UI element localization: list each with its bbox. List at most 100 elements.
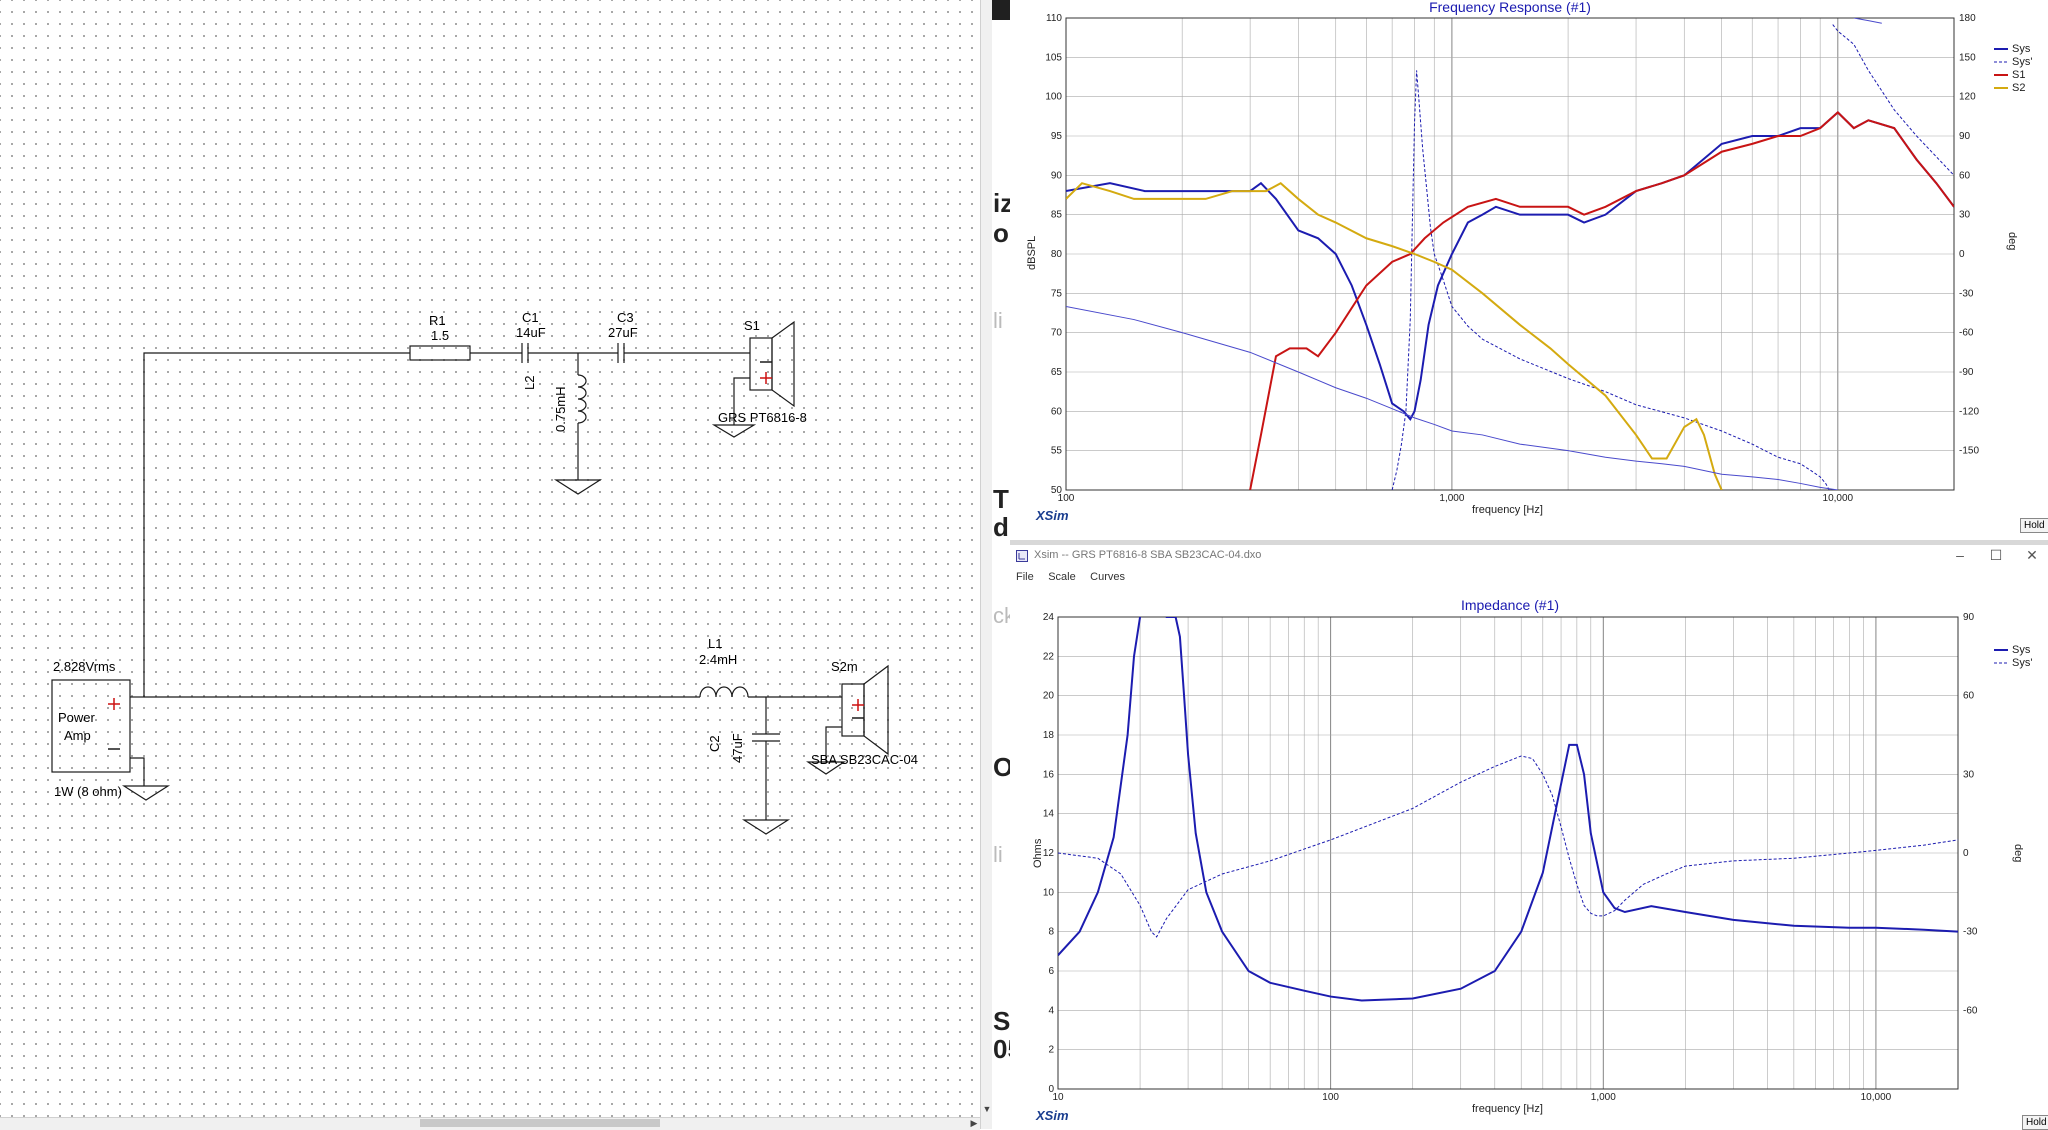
s2-name[interactable]: S2m: [831, 659, 858, 674]
y-tick-label: 90: [1051, 170, 1063, 181]
y2-tick-label: -120: [1959, 406, 1979, 417]
c3-value[interactable]: 27uF: [608, 325, 638, 340]
y-tick-label: 70: [1051, 328, 1063, 339]
y-tick-label: 22: [1043, 651, 1055, 662]
scroll-right-arrow-icon[interactable]: ▶: [968, 1117, 980, 1129]
y-tick-label: 2: [1048, 1045, 1054, 1056]
inductor-l1: [699, 686, 749, 698]
x-tick-label: 100: [1322, 1092, 1339, 1103]
frequency-response-window[interactable]: Frequency Response (#1) 50 55 60 65 70 75 80 85…: [1010, 0, 2048, 540]
y2-tick-label: -30: [1959, 288, 1974, 299]
y-tick-label: 14: [1043, 809, 1055, 820]
menu-file[interactable]: File: [1016, 567, 1034, 587]
y2-tick-label: 90: [1959, 131, 1971, 142]
y-tick-label: 20: [1043, 691, 1055, 702]
background-window-topbar: [992, 0, 1010, 20]
c2-value[interactable]: 47uF: [730, 733, 745, 763]
y-tick-label: 75: [1051, 288, 1063, 299]
impedance-chart[interactable]: 024681012141618202224-60-30030609010 100 1…: [1010, 587, 2048, 1129]
legend-item-sys-phase: Sys': [1994, 656, 2033, 669]
l1-name[interactable]: L1: [708, 636, 722, 651]
impedance-window-title: Xsim -- GRS PT6816-8 SBA SB23CAC-04.dxo: [1034, 549, 1262, 561]
c3-name[interactable]: C3: [617, 310, 634, 325]
speaker-s2-body: [841, 683, 865, 737]
legend-item-sys: Sys: [1994, 42, 2031, 55]
legend-item-sys-phase: Sys': [1994, 55, 2033, 68]
freq-y2label: deg: [2006, 232, 2018, 251]
amp-label-line2: Amp: [64, 728, 91, 743]
freq-xlabel: frequency [Hz]: [1472, 504, 1543, 516]
y2-tick-label: 120: [1959, 92, 1976, 103]
ground-c2: [741, 819, 791, 835]
y2-tick-label: -60: [1959, 328, 1974, 339]
background-fragment: li: [993, 308, 1003, 333]
imp-ylabel: Ohms: [1032, 838, 1044, 868]
speaker-s1-cone: [771, 320, 795, 408]
y-tick-label: 100: [1045, 92, 1062, 103]
legend-item-s2: S2: [1994, 81, 2026, 94]
impedance-window-titlebar[interactable]: Xsim -- GRS PT6816-8 SBA SB23CAC-04.dxo …: [1010, 545, 2048, 567]
c1-name[interactable]: C1: [522, 310, 539, 325]
x-tick-label: 10,000: [1823, 493, 1854, 504]
wire-top-left: [143, 352, 410, 697]
l2-value[interactable]: 0.75mH: [553, 386, 568, 432]
freq-hold-button[interactable]: Hold: [2020, 518, 2048, 533]
s1-model[interactable]: GRS PT6816-8: [718, 410, 807, 425]
y-tick-label: 8: [1048, 927, 1054, 938]
ground-amp: [121, 785, 171, 801]
close-icon[interactable]: ✕: [2022, 547, 2042, 564]
l2-name[interactable]: L2: [522, 376, 537, 390]
minimize-icon[interactable]: –: [1950, 547, 1970, 563]
menu-scale[interactable]: Scale: [1048, 567, 1076, 587]
y2-tick-label: 180: [1959, 13, 1976, 24]
ground-s1: [711, 424, 757, 438]
schematic-wiring: [51, 320, 889, 835]
imp-y2label: deg: [2012, 844, 2024, 863]
app-icon: [1016, 550, 1028, 562]
maximize-icon[interactable]: ☐: [1986, 547, 2006, 564]
background-fragment: T: [993, 484, 1009, 514]
c2-name[interactable]: C2: [707, 735, 722, 752]
imp-hold-button[interactable]: Hold: [2022, 1115, 2048, 1130]
s1-name[interactable]: S1: [744, 318, 760, 333]
y-tick-label: 65: [1051, 367, 1063, 378]
y-tick-label: 80: [1051, 249, 1063, 260]
y-tick-label: 6: [1048, 966, 1054, 977]
impedance-menubar: File Scale Curves: [1010, 567, 2048, 587]
y2-tick-label: -30: [1963, 927, 1978, 938]
imp-legend: Sys Sys': [1994, 643, 2032, 669]
y2-tick-label: -150: [1959, 446, 1979, 457]
y-tick-label: 110: [1046, 13, 1062, 24]
horizontal-scroll-thumb[interactable]: [420, 1119, 660, 1127]
y2-tick-label: 90: [1963, 612, 1975, 623]
menu-curves[interactable]: Curves: [1090, 567, 1125, 587]
inductor-l2: [577, 374, 587, 424]
series-line-sys-phase: [1391, 24, 1954, 490]
resistor-r1: [409, 345, 471, 361]
schematic-canvas[interactable]: 2.828Vrms Power Amp 1W (8 ohm) R1 1.5 C1…: [0, 0, 980, 1119]
legend-item-sys: Sys: [1994, 643, 2031, 656]
ground-l2: [553, 479, 603, 495]
imp-xlabel: frequency [Hz]: [1472, 1103, 1543, 1115]
series-line-s1: [1249, 111, 1954, 490]
series-line-sys: [1058, 617, 1958, 1002]
l1-value[interactable]: 2.4mH: [699, 652, 737, 667]
x-tick-label: 10: [1052, 1092, 1064, 1103]
r1-name[interactable]: R1: [429, 313, 446, 328]
series-line-s2: [1066, 181, 1723, 490]
amp-power-label: 1W (8 ohm): [54, 784, 122, 799]
series-line-sys: [1066, 111, 1954, 421]
impedance-window[interactable]: Impedance (#1) 0 2 4 6 8 10 12 14 16 18 20 22 24 -60-…: [1010, 587, 2048, 1130]
frequency-response-chart[interactable]: 50556065707580859095100105110-150-120-90…: [1010, 0, 2048, 540]
speaker-s2-cone: [863, 664, 889, 756]
c1-value[interactable]: 14uF: [516, 325, 546, 340]
background-fragment: o: [993, 218, 1009, 248]
y-tick-label: 4: [1048, 1005, 1054, 1016]
y-tick-label: 95: [1051, 131, 1063, 142]
y-tick-label: 85: [1051, 210, 1063, 221]
r1-value[interactable]: 1.5: [431, 328, 449, 343]
y-tick-label: 60: [1051, 406, 1063, 417]
x-tick-label: 100: [1058, 493, 1075, 504]
series-line-sys-phase: [1058, 755, 1958, 938]
s2-model[interactable]: SBA SB23CAC-04: [811, 752, 918, 767]
